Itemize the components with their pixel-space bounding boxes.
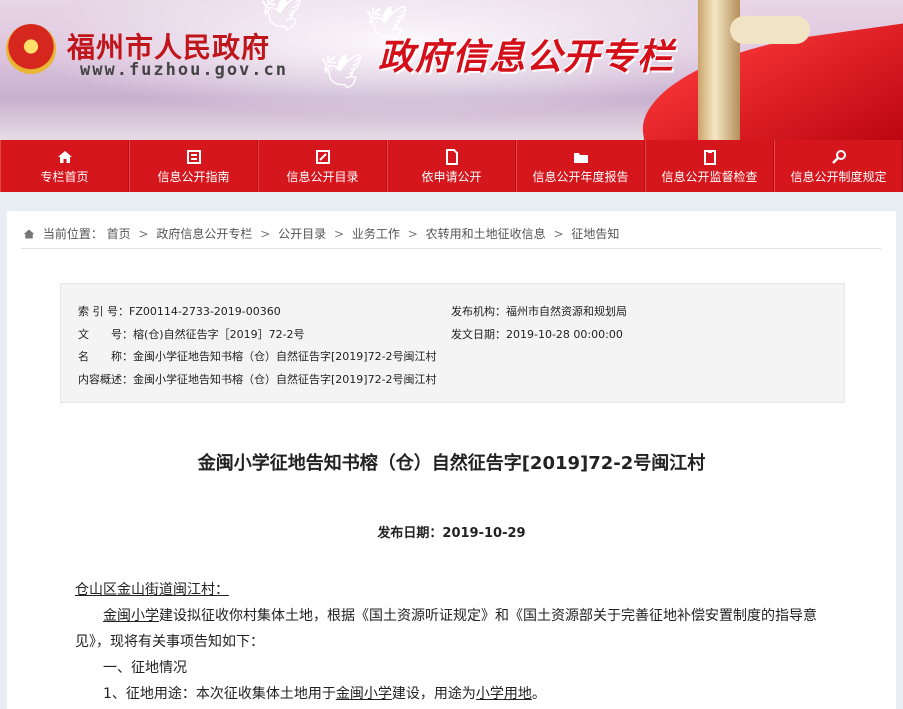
nav-item-guide[interactable]: 信息公开指南: [129, 140, 258, 192]
article-paragraph: 一、征地情况: [103, 660, 187, 676]
article-body: 仓山区金山街道闽江村： 金闽小学建设拟征收你村集体土地，根据《国土资源听证规定》…: [75, 577, 835, 707]
article-paragraph: 金闽小学建设拟征收你村集体土地，根据《国土资源听证规定》和《国土资源部关于完善征…: [75, 608, 817, 650]
article-paragraph: 1、征地用途：本次征收集体土地用于金闽小学建设，用途为小学用地。: [103, 686, 546, 702]
content-panel: 当前位置： 首页 > 政府信息公开专栏 > 公开目录 > 业务工作 > 农转用和…: [7, 211, 896, 709]
home-icon: [57, 149, 73, 165]
document-icon: [444, 149, 460, 165]
breadcrumb-item-notice[interactable]: 征地告知: [571, 227, 619, 241]
article-title: 金闽小学征地告知书榕（仓）自然征告字[2019]72-2号闽江村: [197, 453, 706, 474]
nav-item-supervision[interactable]: 信息公开监督检查: [645, 140, 774, 192]
column-title: 政府信息公开专栏: [378, 37, 675, 78]
home-small-icon: [23, 228, 35, 243]
breadcrumb-prefix: 当前位置：: [42, 227, 103, 241]
breadcrumb: 当前位置： 首页 > 政府信息公开专栏 > 公开目录 > 业务工作 > 农转用和…: [23, 225, 619, 243]
main-nav: 专栏首页 信息公开指南 信息公开目录 依申请公开 信息公开年度报告 信息公开监督…: [0, 140, 903, 192]
clipboard-icon: [702, 149, 718, 165]
guide-icon: [186, 149, 202, 165]
catalog-icon: [315, 149, 331, 165]
article-paragraph: 仓山区金山街道闽江村：: [75, 582, 229, 598]
breadcrumb-item-land[interactable]: 农转用和土地征收信息: [426, 227, 546, 241]
meta-publisher: 发布机构：福州市自然资源和规划局: [451, 305, 627, 318]
publish-date: 发布日期：2019-10-29: [377, 526, 526, 541]
meta-doc-no: 文 号：榕(仓)自然征告字［2019］72-2号: [78, 328, 305, 341]
document-meta-box: 索 引 号：FZ00114-2733-2019-00360 发布机构：福州市自然…: [60, 283, 845, 403]
nav-item-apply[interactable]: 依申请公开: [387, 140, 516, 192]
site-url[interactable]: www.fuzhou.gov.cn: [80, 60, 288, 80]
dove-decoration: 🕊: [320, 52, 364, 92]
magnifier-icon: [831, 149, 847, 165]
meta-date: 发文日期：2019-10-28 00:00:00: [451, 328, 623, 341]
breadcrumb-item-column[interactable]: 政府信息公开专栏: [156, 227, 252, 241]
breadcrumb-item-home[interactable]: 首页: [107, 227, 131, 241]
nav-item-regulations[interactable]: 信息公开制度规定: [774, 140, 903, 192]
breadcrumb-item-business[interactable]: 业务工作: [352, 227, 400, 241]
nav-item-catalog[interactable]: 信息公开目录: [258, 140, 387, 192]
meta-index: 索 引 号：FZ00114-2733-2019-00360: [78, 305, 281, 318]
meta-summary: 内容概述：金闽小学征地告知书榕（仓）自然征告字[2019]72-2号闽江村: [78, 373, 437, 386]
nav-item-annual-report[interactable]: 信息公开年度报告: [516, 140, 645, 192]
nav-item-home[interactable]: 专栏首页: [0, 140, 129, 192]
meta-name: 名 称：金闽小学征地告知书榕（仓）自然征告字[2019]72-2号闽江村: [78, 350, 437, 363]
breadcrumb-item-catalog[interactable]: 公开目录: [278, 227, 326, 241]
header-banner: 🕊 🕊 🕊 福州市人民政府 www.fuzhou.gov.cn 政府信息公开专栏: [0, 0, 903, 140]
divider: [21, 248, 881, 249]
folder-icon: [573, 149, 589, 165]
national-emblem-icon: [6, 24, 56, 74]
